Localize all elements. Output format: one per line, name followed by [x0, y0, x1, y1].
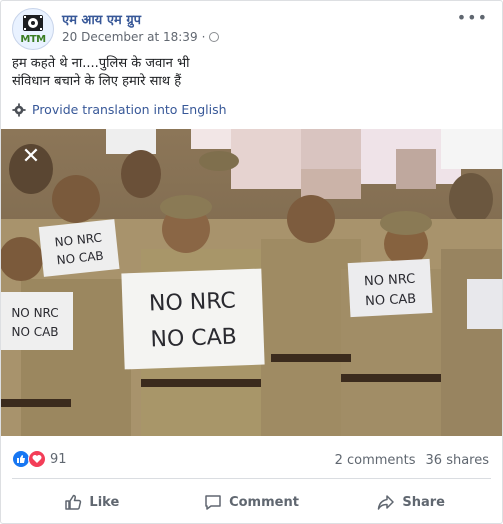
comment-bubble-icon: [205, 495, 221, 510]
avatar-text: MTM: [20, 34, 46, 45]
protest-sign-right: NO NRC NO CAB: [347, 258, 433, 318]
post-card: MTM एम आय एम ग्रुप 20 December at 18:39 …: [0, 0, 503, 524]
globe-icon[interactable]: [209, 32, 220, 42]
love-reaction-icon: [28, 450, 46, 468]
close-icon[interactable]: ✕: [22, 144, 40, 169]
shares-count-link[interactable]: 36 shares: [426, 453, 489, 468]
protest-sign-left: NO NRC NO CAB: [38, 219, 120, 277]
sign-large-line-1: NO NRC: [149, 289, 237, 317]
protest-sign-far-left: NO NRC NO CAB: [1, 292, 73, 350]
protest-sign-large: NO NRC NO CAB: [121, 268, 265, 370]
post-photo[interactable]: ✕ NO NRC NO CAB NO NRC NO CAB NO NRC NO …: [1, 129, 502, 436]
like-button[interactable]: Like: [12, 486, 172, 518]
post-text-line-2: संविधान बचाने के लिए हमारे साथ हैं: [12, 74, 182, 89]
thumbs-up-icon: [65, 494, 82, 510]
share-label: Share: [402, 494, 445, 510]
like-label: Like: [89, 494, 120, 510]
sign-far-left-line-1: NO NRC: [11, 306, 58, 320]
post-header: MTM एम आय एम ग्रुप 20 December at 18:39 …: [12, 6, 492, 50]
post-text: हम कहते थे ना....पुलिस के जवान भी संविधा…: [12, 55, 482, 91]
action-bar: Like Comment Share: [12, 486, 491, 518]
sign-far-left-line-2: NO CAB: [11, 325, 58, 339]
sign-large-line-2: NO CAB: [150, 324, 237, 352]
protest-sign-far-right: [467, 279, 502, 329]
translate-link[interactable]: Provide translation into English: [12, 102, 227, 117]
comment-button[interactable]: Comment: [172, 486, 332, 518]
comments-count-link[interactable]: 2 comments: [335, 453, 416, 468]
sign-right-line-2: NO CAB: [365, 292, 417, 310]
share-arrow-icon: [378, 495, 395, 510]
action-divider: [12, 478, 491, 479]
translate-label: Provide translation into English: [32, 102, 227, 117]
share-button[interactable]: Share: [331, 486, 491, 518]
post-meta: 20 December at 18:39 ·: [62, 30, 220, 44]
more-options-icon[interactable]: •••: [457, 8, 488, 27]
reactions-summary[interactable]: 91: [12, 450, 67, 468]
post-text-line-1: हम कहते थे ना....पुलिस के जवान भी: [12, 56, 190, 71]
reaction-count: 91: [50, 451, 67, 467]
sign-right-line-1: NO NRC: [364, 272, 416, 290]
page-avatar[interactable]: MTM: [12, 8, 54, 50]
engagement-counts: 2 comments 36 shares: [335, 453, 489, 468]
film-reel-icon: [23, 15, 43, 31]
comment-label: Comment: [229, 494, 299, 510]
page-name-link[interactable]: एम आय एम ग्रुप: [62, 10, 141, 28]
gear-icon: [12, 102, 26, 117]
post-timestamp[interactable]: 20 December at 18:39: [62, 30, 198, 44]
